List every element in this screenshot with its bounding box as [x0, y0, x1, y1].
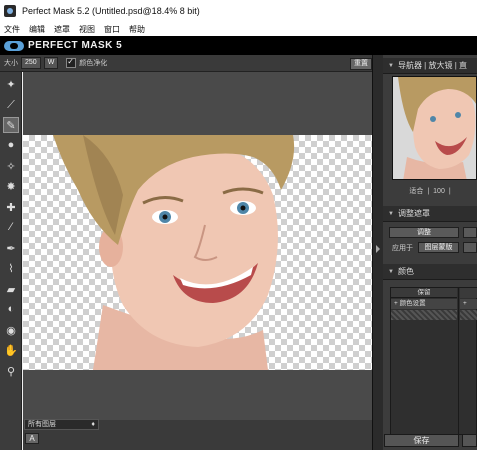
app-icon [4, 5, 16, 17]
magic-wand-plus-icon[interactable]: ✚ [3, 199, 19, 215]
color-clean-label: 颜色净化 [79, 60, 108, 67]
adjust-mask-title: 调整遮罩 [397, 209, 430, 218]
pen-icon[interactable]: ✒ [3, 240, 19, 256]
brand-bar: PERFECT MASK 5 [0, 36, 477, 55]
window-title: Perfect Mask 5.2 (Untitled.psd@18.4% 8 b… [22, 6, 200, 16]
brush-icon[interactable]: ⌇ [3, 260, 19, 276]
canvas-image[interactable] [23, 135, 372, 370]
menu-mask[interactable]: 遮罩 [54, 24, 70, 35]
color-row-1-label: 颜色设置 [399, 300, 426, 307]
navigator-tabs[interactable]: 导航器 | 放大镜 | 直 [398, 60, 467, 71]
color-row-swatch[interactable] [391, 310, 457, 320]
menu-edit[interactable]: 编辑 [29, 24, 45, 35]
magic-wand-keep-icon[interactable]: ✦ [3, 76, 19, 92]
color-table: 保留 + 颜色设置 + [390, 287, 477, 436]
adjust-extra-button[interactable] [463, 227, 477, 238]
navigator-zoom-row: 适合 | 100 | [409, 186, 451, 196]
zoom-mode[interactable]: 适合 [409, 186, 423, 196]
reset-button[interactable]: 重置 [350, 58, 372, 70]
collapse-caret-icon[interactable]: ▼ [388, 269, 394, 275]
menu-window[interactable]: 窗口 [104, 24, 120, 35]
w-button[interactable]: W [43, 57, 59, 69]
options-bar: 大小 250 W 颜色净化 重置 [0, 55, 372, 72]
adjust-mask-header[interactable]: ▼ 调整遮罩 [383, 206, 477, 222]
magic-wand-neutral-icon[interactable]: ✧ [3, 158, 19, 174]
blob-icon[interactable]: ● [3, 137, 19, 153]
menu-help[interactable]: 帮助 [129, 24, 145, 35]
eraser-icon[interactable]: ▰ [3, 281, 19, 297]
thumbnail-image [393, 77, 476, 179]
magic-brush-icon[interactable]: ✎ [3, 117, 19, 133]
navigator-header[interactable]: ▼ 导航器 | 放大镜 | 直 [383, 58, 477, 74]
portrait-image [53, 135, 295, 370]
navigator-thumbnail[interactable] [392, 76, 477, 180]
apply-to-select[interactable]: 图层蒙版 [418, 242, 459, 253]
panel-splitter[interactable] [372, 55, 383, 450]
bucket-icon[interactable]: ◐ [3, 301, 19, 317]
window-title-bar: Perfect Mask 5.2 (Untitled.psd@18.4% 8 b… [0, 0, 477, 22]
color-panel-title: 颜色 [397, 267, 414, 276]
color-panel-header[interactable]: ▼ 颜色 [383, 264, 477, 280]
menu-view[interactable]: 视图 [79, 24, 95, 35]
view-layer-select-value: 所有图层 [28, 421, 56, 428]
brand-name: PERFECT MASK 5 [28, 40, 123, 51]
color-row-swatch-2[interactable] [460, 310, 477, 320]
apply-to-label: 应用于 [392, 245, 413, 252]
hand-icon[interactable]: ✋ [3, 342, 19, 358]
secondary-button[interactable] [462, 434, 477, 447]
save-button[interactable]: 保存 [384, 434, 459, 447]
a-button[interactable]: A [25, 433, 39, 444]
view-layer-select[interactable]: 所有图层 ♦ [24, 419, 99, 430]
menu-file[interactable]: 文件 [4, 24, 20, 35]
collapse-caret-icon[interactable]: ▼ [388, 63, 394, 69]
expand-arrow-icon[interactable] [376, 245, 380, 253]
chevron-down-icon: ♦ [91, 421, 95, 428]
menu-bar: 文件 编辑 遮罩 视图 窗口 帮助 [0, 22, 477, 36]
brand-logo [4, 40, 24, 51]
color-clean-checkbox[interactable] [66, 57, 77, 68]
plus-icon[interactable]: + [394, 300, 398, 307]
color-column-header-2 [460, 288, 477, 298]
size-label: 大小 [4, 60, 18, 67]
zoom-value[interactable]: 100 [433, 188, 445, 195]
splat-icon[interactable]: ✸ [3, 178, 19, 194]
dropper-icon[interactable]: ⁄ [3, 219, 19, 235]
magic-wand-drop-icon[interactable]: ⟋ [3, 97, 19, 113]
column-divider [458, 288, 459, 436]
blur-icon[interactable]: ◉ [3, 322, 19, 338]
apply-extra-button[interactable] [463, 242, 477, 253]
color-row-1-col2[interactable]: + [460, 299, 477, 309]
color-row-1[interactable]: + 颜色设置 [391, 299, 457, 309]
size-select[interactable]: 250 [21, 57, 41, 69]
zoom-icon[interactable]: ⚲ [3, 363, 19, 379]
tool-panel: ✦ ⟋ ✎ ● ✧ ✸ ✚ ⁄ ✒ ⌇ ▰ ◐ ◉ ✋ ⚲ [0, 72, 22, 450]
color-column-header: 保留 [391, 288, 457, 298]
adjust-button[interactable]: 调整 [389, 227, 459, 238]
collapse-caret-icon[interactable]: ▼ [388, 211, 394, 217]
